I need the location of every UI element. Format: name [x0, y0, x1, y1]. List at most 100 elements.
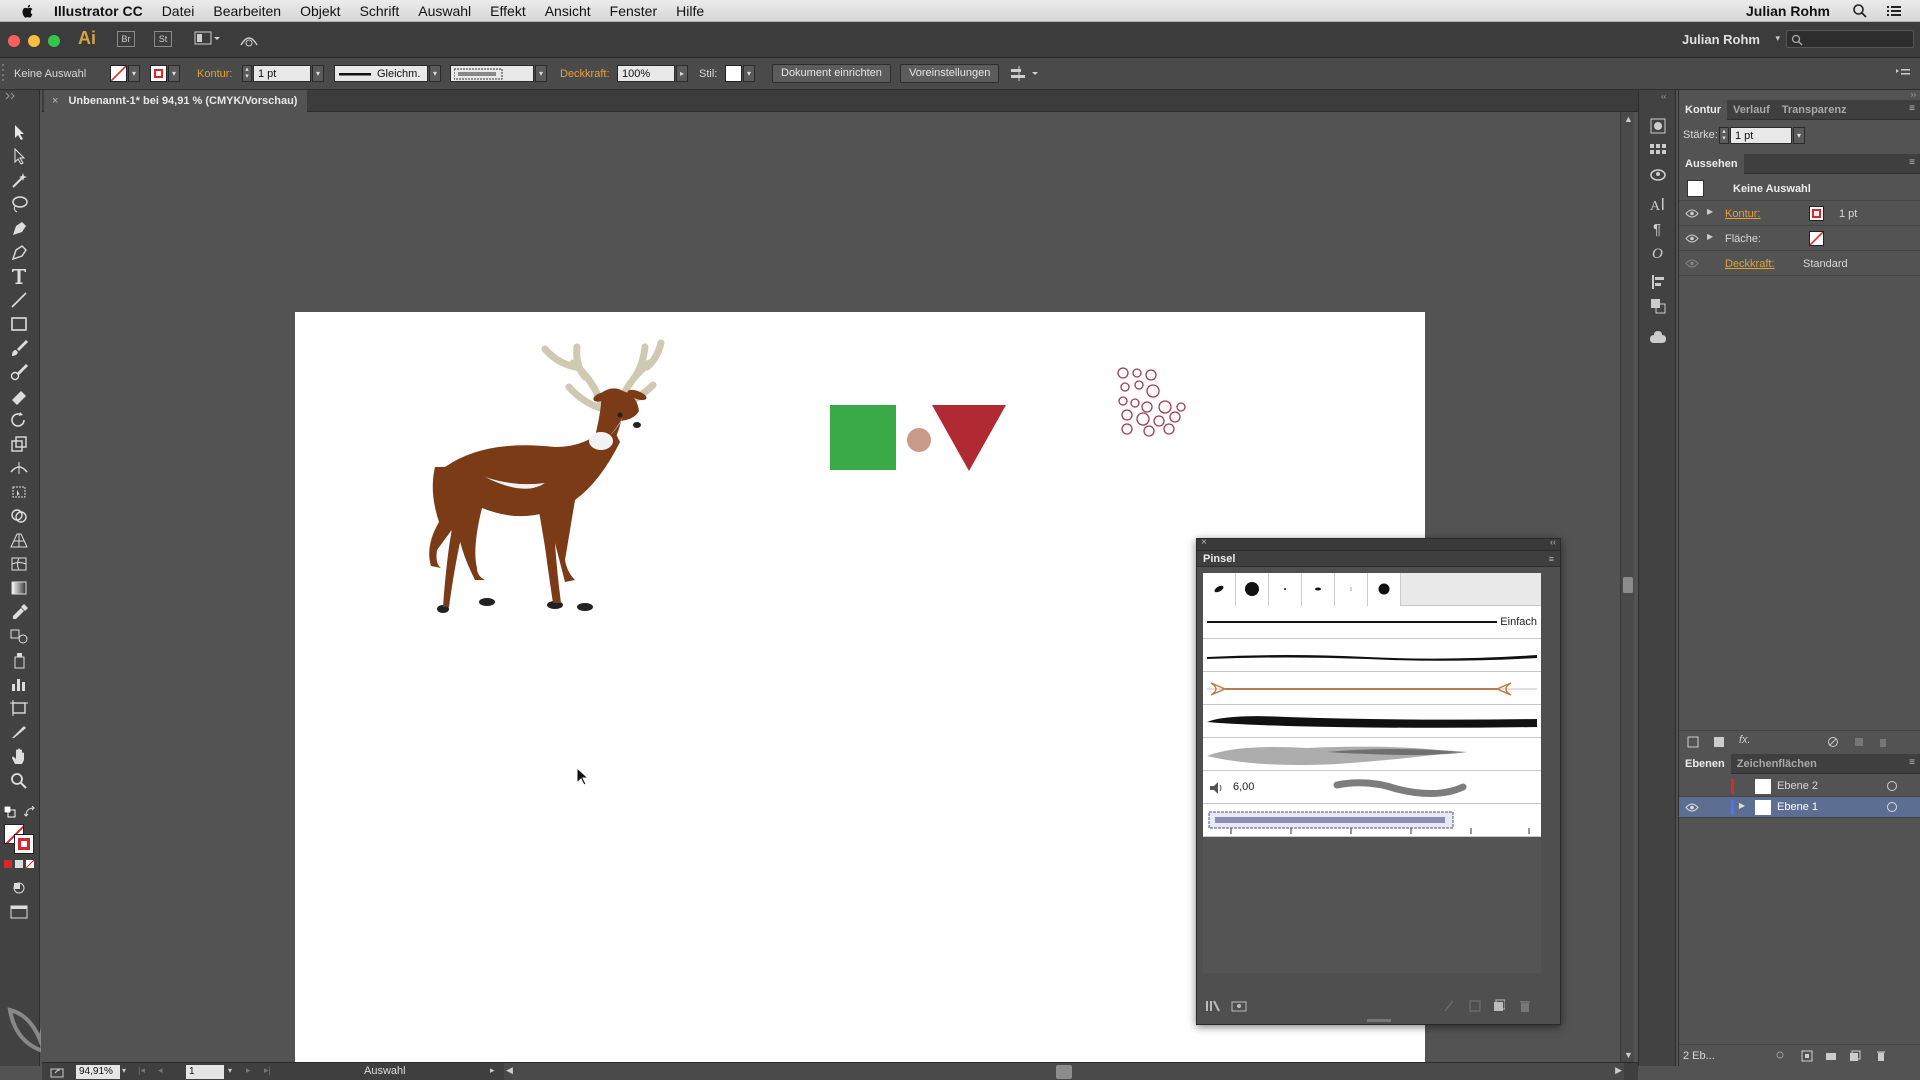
- menu-objekt[interactable]: Objekt: [300, 3, 340, 19]
- magic-wand-tool-icon[interactable]: [8, 170, 30, 190]
- app-menu[interactable]: Illustrator CC: [54, 3, 143, 19]
- locate-object-icon[interactable]: [1775, 1050, 1787, 1062]
- tab-aussehen[interactable]: Aussehen: [1679, 153, 1744, 174]
- round-brush-large[interactable]: [1236, 573, 1269, 606]
- paintbrush-tool-icon[interactable]: [8, 338, 30, 358]
- panel-resize-grip[interactable]: [1367, 1019, 1391, 1022]
- zoom-field[interactable]: 94,91%: [76, 1065, 120, 1079]
- vertical-scroll-thumb[interactable]: [1623, 577, 1633, 593]
- bridge-button[interactable]: Br: [117, 31, 135, 47]
- layer-row-ebene-1[interactable]: ▶ Ebene 1: [1679, 797, 1920, 818]
- document-tab[interactable]: × Unbenannt-1* bei 94,91 % (CMYK/Vorscha…: [44, 90, 308, 112]
- tab-verlauf[interactable]: Verlauf: [1727, 100, 1776, 120]
- column-graph-tool-icon[interactable]: [8, 674, 30, 694]
- visibility-eye-icon[interactable]: [1685, 234, 1699, 243]
- swatches-icon[interactable]: [1648, 140, 1668, 160]
- appearance-fill-swatch[interactable]: [1809, 231, 1824, 246]
- layers-panel-menu-icon[interactable]: ≡: [1909, 757, 1915, 768]
- layer-name[interactable]: Ebene 1: [1777, 801, 1818, 813]
- style-swatch[interactable]: [725, 65, 742, 82]
- opacity-field[interactable]: 100%: [617, 65, 675, 82]
- scroll-up-icon[interactable]: ▲: [1624, 114, 1633, 124]
- appearance-fill-row[interactable]: ▶ Fläche:: [1679, 226, 1920, 251]
- layer-name[interactable]: Ebene 2: [1777, 780, 1818, 792]
- zoom-tool-icon[interactable]: [8, 770, 30, 790]
- new-layer-icon[interactable]: [1849, 1050, 1861, 1062]
- align-options-icon[interactable]: [1010, 65, 1040, 83]
- expand-triangle-icon[interactable]: ▶: [1707, 207, 1713, 216]
- panels-collapse-icon[interactable]: ››: [1911, 90, 1916, 99]
- expand-triangle-icon[interactable]: ▶: [1739, 801, 1745, 810]
- close-window-button[interactable]: [8, 35, 20, 47]
- drawing-mode-icon[interactable]: [8, 878, 30, 898]
- new-brush-icon[interactable]: [1493, 999, 1505, 1013]
- dot-circle[interactable]: [907, 428, 931, 452]
- red-triangle[interactable]: [932, 405, 1006, 471]
- appearance-stroke-swatch[interactable]: [1809, 206, 1824, 221]
- menu-hilfe[interactable]: Hilfe: [676, 3, 704, 19]
- fill-dropdown[interactable]: ▾: [128, 65, 140, 82]
- stroke-panel-menu-icon[interactable]: ≡: [1909, 103, 1915, 114]
- new-sublayer-icon[interactable]: [1825, 1050, 1837, 1062]
- delete-brush-icon[interactable]: [1519, 999, 1531, 1013]
- brush-arrow[interactable]: [1203, 672, 1541, 705]
- blend-tool-icon[interactable]: [8, 626, 30, 646]
- brush-options-icon[interactable]: [1469, 999, 1481, 1013]
- brush-libraries-menu-icon[interactable]: [1205, 999, 1223, 1013]
- rotate-tool-icon[interactable]: [8, 410, 30, 430]
- dock-collapse-icon[interactable]: ‹‹: [1661, 92, 1666, 101]
- green-square[interactable]: [830, 405, 896, 470]
- brush-ink[interactable]: [1203, 705, 1541, 738]
- stock-button[interactable]: St: [154, 31, 172, 47]
- menu-ansicht[interactable]: Ansicht: [545, 3, 591, 19]
- pen-tool-icon[interactable]: [8, 218, 30, 238]
- color-guide-icon[interactable]: [1648, 116, 1668, 136]
- tab-ebenen[interactable]: Ebenen: [1679, 753, 1731, 774]
- menu-schrift[interactable]: Schrift: [360, 3, 400, 19]
- appearance-panel-menu-icon[interactable]: ≡: [1909, 157, 1915, 168]
- close-panel-icon[interactable]: ×: [1201, 537, 1207, 548]
- zoom-window-button[interactable]: [48, 35, 60, 47]
- visibility-eye-icon[interactable]: [1685, 209, 1699, 218]
- scale-tool-icon[interactable]: [8, 434, 30, 454]
- lasso-tool-icon[interactable]: [8, 194, 30, 214]
- expand-triangle-icon[interactable]: ▶: [1707, 232, 1713, 241]
- menu-fenster[interactable]: Fenster: [610, 3, 657, 19]
- scroll-left-icon[interactable]: ◀: [506, 1065, 513, 1076]
- next-artboard-icon[interactable]: ▸: [246, 1065, 251, 1076]
- close-tab-icon[interactable]: ×: [52, 95, 58, 107]
- control-panel-menu-icon[interactable]: [1896, 67, 1910, 79]
- stroke-weight-field[interactable]: 1 pt: [253, 65, 311, 82]
- type-tool-icon[interactable]: [8, 266, 30, 286]
- document-setup-button[interactable]: Dokument einrichten: [772, 64, 891, 83]
- symbols-icon[interactable]: [1648, 164, 1668, 184]
- weight-stepper[interactable]: ▴ ▾: [1719, 127, 1729, 144]
- duplicate-item-icon[interactable]: [1853, 736, 1865, 748]
- layer-row-ebene-2[interactable]: Ebene 2: [1679, 776, 1920, 797]
- toolbar-collapse-icon[interactable]: [4, 92, 18, 100]
- arrange-documents-icon[interactable]: [194, 30, 222, 48]
- add-fill-icon[interactable]: [1713, 736, 1725, 748]
- appearance-stroke-row[interactable]: ▶ Kontur: 1 pt: [1679, 201, 1920, 226]
- color-mode-icons[interactable]: [4, 860, 36, 870]
- screen-mode-icon[interactable]: [8, 902, 30, 922]
- brushes-panel-titlebar[interactable]: × ‹‹: [1197, 537, 1560, 551]
- brush-list-scroll-track[interactable]: [1543, 573, 1553, 973]
- artboard-number-field[interactable]: 1: [186, 1065, 224, 1079]
- menu-auswahl[interactable]: Auswahl: [418, 3, 471, 19]
- gradient-tool-icon[interactable]: [8, 578, 30, 598]
- canvas[interactable]: × ‹‹ Pinsel ≡ Einfach 6,00: [41, 112, 1629, 1080]
- hairline-brush[interactable]: [1335, 573, 1368, 606]
- scroll-down-icon[interactable]: ▼: [1624, 1050, 1633, 1060]
- align-icon[interactable]: [1648, 272, 1668, 292]
- add-stroke-icon[interactable]: [1687, 736, 1699, 748]
- menu-bearbeiten[interactable]: Bearbeiten: [213, 3, 281, 19]
- spotlight-search-icon[interactable]: [1852, 3, 1868, 19]
- status-menu-arrow[interactable]: ▸: [490, 1065, 495, 1076]
- layer-target-icon[interactable]: [1887, 802, 1897, 812]
- profile-dropdown[interactable]: ▾: [429, 65, 441, 82]
- pathfinder-icon[interactable]: [1648, 296, 1668, 316]
- last-artboard-icon[interactable]: ▸|: [264, 1065, 271, 1076]
- clipping-mask-icon[interactable]: [1801, 1050, 1813, 1062]
- perspective-grid-tool-icon[interactable]: [8, 530, 30, 550]
